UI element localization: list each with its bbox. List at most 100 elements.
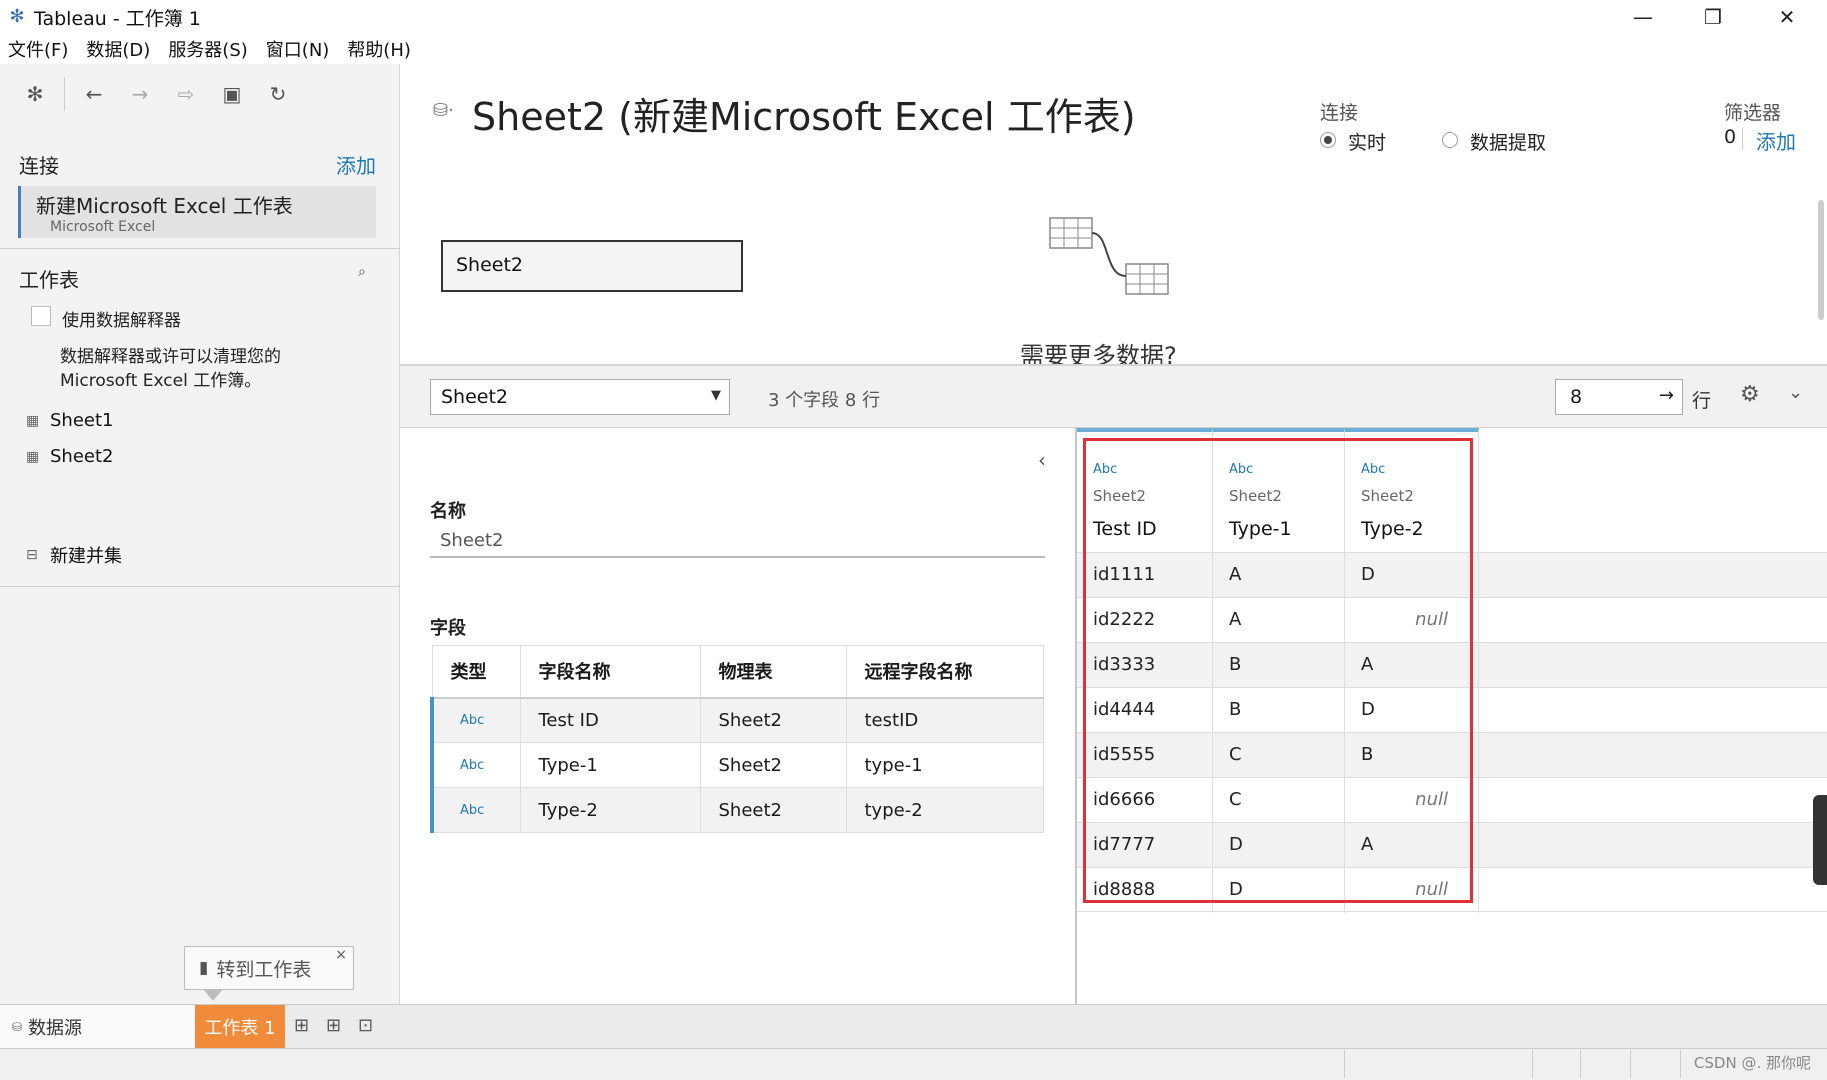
menu-file[interactable]: 文件(F) — [8, 36, 68, 62]
new-union-item[interactable]: ⊟ 新建并集 — [26, 542, 122, 568]
type-icon[interactable]: Abc — [430, 742, 521, 788]
forward-arrow-icon[interactable]: → — [117, 74, 163, 114]
grid-cell[interactable]: A — [1213, 598, 1345, 643]
section-divider — [0, 248, 400, 249]
grid-cell[interactable]: A — [1345, 823, 1479, 868]
grid-cell[interactable]: null — [1345, 598, 1479, 643]
datasource-tab[interactable]: ⛁ 数据源 — [0, 1005, 195, 1049]
menu-data[interactable]: 数据(D) — [86, 36, 150, 62]
table-row[interactable]: Abc Test ID Sheet2 testID — [430, 697, 1044, 743]
column-name: Test ID — [1093, 518, 1157, 540]
gear-icon[interactable]: ⚙ — [1740, 382, 1760, 407]
add-filter-link[interactable]: 添加 — [1756, 126, 1796, 155]
rows-input[interactable]: 8 → — [1555, 379, 1683, 415]
grid-column-header[interactable]: Abc Sheet2 Test ID — [1077, 428, 1213, 552]
tableau-home-icon[interactable]: ✻ — [12, 74, 58, 114]
close-tooltip-icon[interactable]: × — [335, 947, 347, 963]
type-icon[interactable]: Abc — [1229, 462, 1253, 477]
arrow-right-icon[interactable]: → — [1659, 385, 1674, 406]
canvas-table-sheet2[interactable]: Sheet2 — [441, 240, 743, 292]
grid-cell[interactable]: D — [1213, 823, 1345, 868]
grid-cell[interactable]: D — [1345, 688, 1479, 733]
search-icon[interactable]: ⌕ — [358, 264, 366, 280]
add-connection-link[interactable]: 添加 — [336, 150, 376, 179]
rows-input-value: 8 — [1570, 386, 1583, 408]
back-arrow-icon[interactable]: ← — [71, 74, 117, 114]
grid-cell[interactable]: id3333 — [1077, 643, 1213, 688]
field-name[interactable]: Type-2 — [519, 787, 701, 833]
grid-cell[interactable]: id6666 — [1077, 778, 1213, 823]
connections-title: 连接 — [19, 154, 59, 178]
grid-cell[interactable]: A — [1213, 553, 1345, 598]
grid-cell[interactable]: D — [1213, 868, 1345, 913]
grid-cell[interactable]: id5555 — [1077, 733, 1213, 778]
column-header[interactable]: 字段名称 — [519, 645, 701, 699]
grid-cell[interactable]: C — [1213, 733, 1345, 778]
live-radio[interactable] — [1320, 132, 1336, 148]
table-row[interactable]: Abc Type-1 Sheet2 type-1 — [430, 742, 1044, 788]
grid-cell[interactable]: id8888 — [1077, 868, 1213, 913]
grid-cell[interactable]: null — [1345, 778, 1479, 823]
grid-column-header[interactable]: Abc Sheet2 Type-2 — [1345, 428, 1479, 552]
join-tables-icon — [1049, 217, 1169, 295]
live-label[interactable]: 实时 — [1348, 128, 1386, 155]
grid-cell[interactable]: B — [1345, 733, 1479, 778]
interpreter-checkbox[interactable] — [31, 306, 51, 326]
menu-help[interactable]: 帮助(H) — [347, 36, 411, 62]
save-icon[interactable]: ▣ — [209, 74, 255, 114]
minimize-button[interactable]: — — [1608, 0, 1678, 34]
new-story-icon[interactable]: ⊡ — [358, 1015, 373, 1036]
extract-radio[interactable] — [1442, 132, 1458, 148]
grid-cell[interactable]: B — [1213, 643, 1345, 688]
page-title[interactable]: Sheet2 (新建Microsoft Excel 工作表) — [472, 86, 1136, 141]
grid-scrollbar[interactable] — [1813, 795, 1827, 885]
filters-label: 筛选器 — [1724, 102, 1782, 124]
field-name[interactable]: Type-1 — [519, 742, 701, 788]
table-row: id2222 A null — [1077, 597, 1827, 643]
window-title: Tableau - 工作簿 1 — [34, 7, 201, 30]
grid-cell[interactable]: id7777 — [1077, 823, 1213, 868]
sheet-item-sheet1[interactable]: ▦ Sheet1 — [26, 410, 114, 431]
column-header[interactable]: 远程字段名称 — [845, 645, 1044, 699]
grid-cell[interactable]: id2222 — [1077, 598, 1213, 643]
column-header[interactable]: 类型 — [431, 645, 521, 699]
field-name[interactable]: Test ID — [519, 697, 701, 743]
datasource-cylinder-icon: ⛁· — [433, 100, 454, 121]
table-row[interactable]: Abc Type-2 Sheet2 type-2 — [430, 787, 1044, 833]
go-to-worksheet-tooltip[interactable]: ▮ 转到工作表 × — [184, 946, 354, 990]
toolbar-divider — [64, 77, 65, 111]
type-icon[interactable]: Abc — [1361, 462, 1385, 477]
new-dashboard-icon[interactable]: ⊞ — [326, 1015, 341, 1036]
menu-server[interactable]: 服务器(S) — [168, 36, 247, 62]
grid-cell[interactable]: A — [1345, 643, 1479, 688]
connection-card[interactable]: 新建Microsoft Excel 工作表 Microsoft Excel — [18, 186, 376, 238]
type-icon[interactable]: Abc — [430, 697, 521, 743]
restore-button[interactable]: ❐ — [1678, 0, 1748, 34]
type-icon[interactable]: Abc — [1093, 462, 1117, 477]
menu-window[interactable]: 窗口(N) — [266, 36, 330, 62]
grid-column-header[interactable]: Abc Sheet2 Type-1 — [1213, 428, 1345, 552]
worksheet-tab[interactable]: 工作表 1 — [195, 1005, 285, 1049]
refresh-icon[interactable]: ↻ — [255, 74, 301, 114]
grid-cell[interactable]: null — [1345, 868, 1479, 913]
sheet-item-sheet2[interactable]: ▦ Sheet2 — [26, 446, 114, 467]
grid-cell[interactable]: C — [1213, 778, 1345, 823]
grid-cell[interactable]: D — [1345, 553, 1479, 598]
chevron-down-icon[interactable]: ⌄ — [1788, 382, 1803, 403]
grid-cell[interactable]: id1111 — [1077, 553, 1213, 598]
redo-icon[interactable]: ⇨ — [163, 74, 209, 114]
status-bar — [0, 1048, 1827, 1080]
left-pane: ✻ ← → ⇨ ▣ ↻ 连接 添加 新建Microsoft Excel 工作表 … — [0, 64, 400, 1004]
collapse-chevron-icon[interactable]: ‹ — [1038, 448, 1046, 472]
grid-cell[interactable]: B — [1213, 688, 1345, 733]
name-field[interactable]: Sheet2 — [430, 522, 1045, 558]
table-select[interactable]: Sheet2 ▼ — [430, 379, 730, 415]
remote-field-name: type-1 — [845, 742, 1044, 788]
close-button[interactable]: ✕ — [1752, 0, 1822, 34]
canvas-scrollbar[interactable] — [1818, 200, 1824, 320]
column-header[interactable]: 物理表 — [699, 645, 847, 699]
new-worksheet-icon[interactable]: ⊞ — [294, 1015, 309, 1036]
grid-cell[interactable]: id4444 — [1077, 688, 1213, 733]
extract-label[interactable]: 数据提取 — [1470, 128, 1546, 155]
type-icon[interactable]: Abc — [430, 787, 521, 833]
